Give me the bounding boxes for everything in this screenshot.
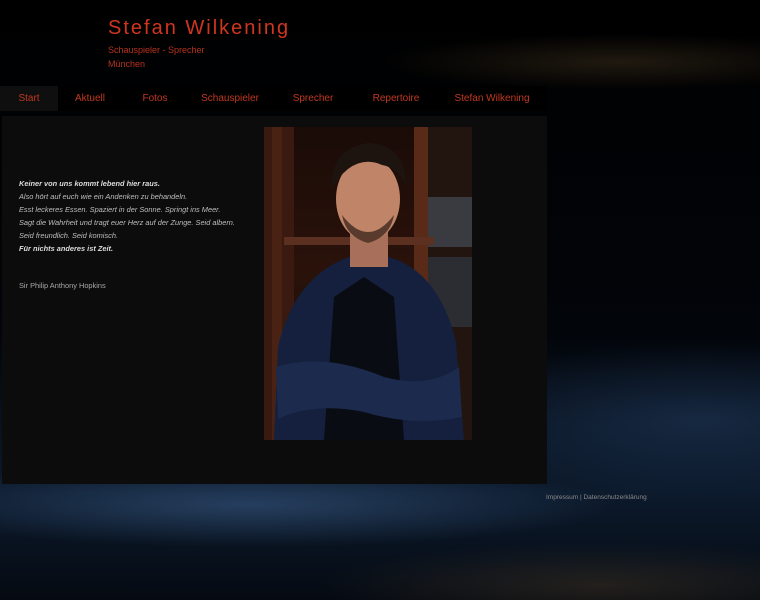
footer-separator: | bbox=[579, 494, 582, 501]
quote-line: Seid freundlich. Seid komisch. bbox=[19, 231, 119, 240]
main-navigation: Start Aktuell Fotos Schauspieler Spreche… bbox=[0, 86, 547, 111]
quote-line: Also hört auf euch wie ein Andenken zu b… bbox=[19, 192, 188, 201]
quote-line: Sagt die Wahrheit und tragt euer Herz au… bbox=[19, 218, 235, 227]
site-title: Stefan Wilkening bbox=[108, 17, 291, 39]
site-city: München bbox=[108, 59, 146, 69]
impressum-link[interactable]: Impressum bbox=[546, 494, 578, 501]
quote-block: Keiner von uns kommt lebend hier raus. A… bbox=[19, 177, 259, 255]
nav-item-fotos[interactable]: Fotos bbox=[122, 86, 188, 111]
nav-item-stefan-wilkening[interactable]: Stefan Wilkening bbox=[438, 86, 546, 111]
datenschutz-link[interactable]: Datenschutzerklärung bbox=[583, 494, 646, 501]
quote-line: Keiner von uns kommt lebend hier raus. bbox=[19, 179, 160, 188]
quote-author: Sir Philip Anthony Hopkins bbox=[19, 281, 106, 290]
nav-item-schauspieler[interactable]: Schauspieler bbox=[188, 86, 272, 111]
portrait-photo bbox=[264, 127, 472, 440]
content-panel: Keiner von uns kommt lebend hier raus. A… bbox=[2, 116, 547, 484]
quote-line: Für nichts anderes ist Zeit. bbox=[19, 244, 114, 253]
site-subtitle: Schauspieler - Sprecher bbox=[108, 45, 205, 55]
nav-item-start[interactable]: Start bbox=[0, 86, 58, 111]
quote-line: Esst leckeres Essen. Spaziert in der Son… bbox=[19, 205, 221, 214]
nav-item-sprecher[interactable]: Sprecher bbox=[272, 86, 354, 111]
nav-item-aktuell[interactable]: Aktuell bbox=[58, 86, 122, 111]
nav-item-repertoire[interactable]: Repertoire bbox=[354, 86, 438, 111]
footer-links: Impressum | Datenschutzerklärung bbox=[546, 494, 647, 501]
